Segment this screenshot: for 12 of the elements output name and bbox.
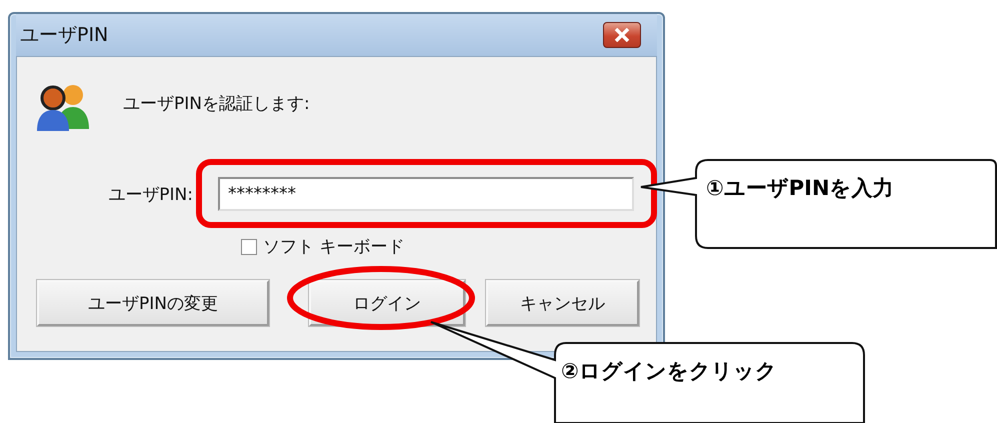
window-title: ユーザPIN bbox=[20, 23, 108, 48]
callout-text: ②ログインをクリック bbox=[561, 358, 777, 385]
callout-text: ①ユーザPINを入力 bbox=[706, 175, 894, 202]
soft-keyboard-label: ソフト キーボード bbox=[263, 236, 404, 258]
close-button[interactable] bbox=[603, 22, 641, 48]
pin-input[interactable]: ******** bbox=[218, 177, 634, 211]
prompt-text: ユーザPINを認証します: bbox=[123, 92, 310, 114]
dialog-button[interactable]: キャンセル bbox=[486, 280, 639, 326]
soft-keyboard-checkbox[interactable] bbox=[241, 238, 257, 254]
pin-label: ユーザPIN: bbox=[107, 184, 193, 206]
close-icon bbox=[614, 28, 630, 42]
dialog-button[interactable]: ユーザPINの変更 bbox=[37, 280, 269, 326]
